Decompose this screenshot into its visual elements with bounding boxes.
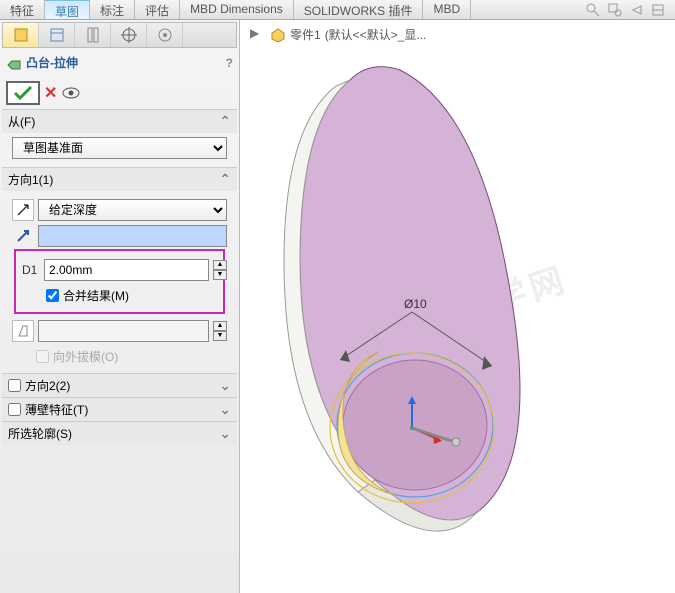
depth-highlight-annotation: D1 ▲ ▼ 合并结果(M) <box>14 249 225 314</box>
merge-result-checkbox[interactable] <box>46 289 59 302</box>
graphics-viewport[interactable]: ▶ 零件1 (默认<<默认>_显... 软件自学网 Ø10 <box>240 20 675 593</box>
display-icon <box>156 26 174 44</box>
config-icon <box>84 26 102 44</box>
section-contours-header[interactable]: 所选轮廓(S) ⌄ <box>2 421 237 445</box>
direction-vector-icon <box>12 229 34 243</box>
depth-spinner[interactable]: ▲ ▼ <box>213 260 227 280</box>
zoom-area-icon[interactable] <box>607 2 623 18</box>
preview-toggle-icon[interactable] <box>61 83 81 103</box>
depth-dimension-icon: D1 <box>22 263 40 277</box>
ribbon-tab-mbd[interactable]: MBD <box>423 0 471 19</box>
expand-icon: ⌄ <box>219 425 231 442</box>
property-manager-panel: 凸台-拉伸 ? ✕ 从(F) ⌃ 草图基准面 方向1(1) ⌃ <box>0 20 240 593</box>
section-thin-header[interactable]: 薄壁特征(T) ⌄ <box>2 397 237 421</box>
panel-tab-config-manager[interactable] <box>75 23 111 47</box>
svg-text:D1: D1 <box>22 263 38 277</box>
from-plane-dropdown[interactable]: 草图基准面 <box>12 137 227 159</box>
collapse-icon: ⌃ <box>219 171 231 188</box>
ok-button-highlight <box>6 81 40 105</box>
section-dir1-header[interactable]: 方向1(1) ⌃ <box>2 167 237 191</box>
property-icon <box>48 26 66 44</box>
ribbon-tab-sketch[interactable]: 草图 <box>45 0 90 19</box>
direction-selection-field[interactable] <box>38 225 227 247</box>
reverse-direction-button[interactable] <box>12 199 34 221</box>
feature-title-text: 凸台-拉伸 <box>26 54 78 71</box>
action-bar: ✕ <box>2 77 237 109</box>
model-preview: Ø10 <box>240 30 670 590</box>
section-thin-label: 薄壁特征(T) <box>25 401 88 418</box>
dimension-label: Ø10 <box>404 297 427 311</box>
section-from-header[interactable]: 从(F) ⌃ <box>2 109 237 133</box>
merge-result-label: 合并结果(M) <box>63 287 129 304</box>
draft-spinner: ▲▼ <box>213 321 227 341</box>
section-from-label: 从(F) <box>8 113 35 130</box>
panel-tab-property-manager[interactable] <box>39 23 75 47</box>
section-from-body: 草图基准面 <box>2 133 237 167</box>
ribbon-tab-mbd-dim[interactable]: MBD Dimensions <box>180 0 294 19</box>
section-dir2-header[interactable]: 方向2(2) ⌄ <box>2 373 237 397</box>
help-icon[interactable]: ? <box>226 56 233 70</box>
ribbon-tab-addins[interactable]: SOLIDWORKS 插件 <box>294 0 424 19</box>
reverse-arrow-icon <box>16 203 30 217</box>
spinner-up-icon[interactable]: ▲ <box>213 260 227 270</box>
dir2-enable-checkbox[interactable] <box>8 379 21 392</box>
draft-icon <box>16 324 30 338</box>
panel-tab-feature-manager[interactable] <box>3 23 39 47</box>
expand-icon: ⌄ <box>219 377 231 394</box>
end-condition-dropdown[interactable]: 给定深度 <box>38 199 227 221</box>
panel-tab-display-manager[interactable] <box>147 23 183 47</box>
section-view-icon[interactable] <box>651 2 667 18</box>
expand-icon: ⌄ <box>219 401 231 418</box>
panel-tab-dimxpert[interactable] <box>111 23 147 47</box>
previous-view-icon[interactable] <box>629 2 645 18</box>
spinner-down-icon[interactable]: ▼ <box>213 270 227 280</box>
zoom-fit-icon[interactable] <box>585 2 601 18</box>
ribbon-tab-evaluate[interactable]: 评估 <box>135 0 180 19</box>
ok-check-icon[interactable] <box>12 84 34 102</box>
ribbon-tab-features[interactable]: 特征 <box>0 0 45 19</box>
command-ribbon: 特征 草图 标注 评估 MBD Dimensions SOLIDWORKS 插件… <box>0 0 675 20</box>
draft-button[interactable] <box>12 320 34 342</box>
section-dir2-label: 方向2(2) <box>25 377 70 394</box>
collapse-icon: ⌃ <box>219 113 231 130</box>
draft-outward-label: 向外拔模(O) <box>53 348 118 365</box>
section-dir1-body: 给定深度 D1 ▲ ▼ <box>2 191 237 373</box>
view-toolbar <box>585 2 667 18</box>
section-contours-label: 所选轮廓(S) <box>8 425 72 442</box>
target-icon <box>120 26 138 44</box>
depth-value-input[interactable] <box>44 259 209 281</box>
feature-tree-icon <box>12 26 30 44</box>
section-dir1-label: 方向1(1) <box>8 171 53 188</box>
feature-title-bar: 凸台-拉伸 ? <box>2 48 237 77</box>
ribbon-tab-annotate[interactable]: 标注 <box>90 0 135 19</box>
extrude-boss-icon <box>6 55 22 71</box>
panel-tab-strip <box>2 22 237 48</box>
thin-enable-checkbox[interactable] <box>8 403 21 416</box>
cancel-button[interactable]: ✕ <box>44 83 57 103</box>
draft-angle-input <box>38 320 209 342</box>
draft-outward-checkbox <box>36 350 49 363</box>
